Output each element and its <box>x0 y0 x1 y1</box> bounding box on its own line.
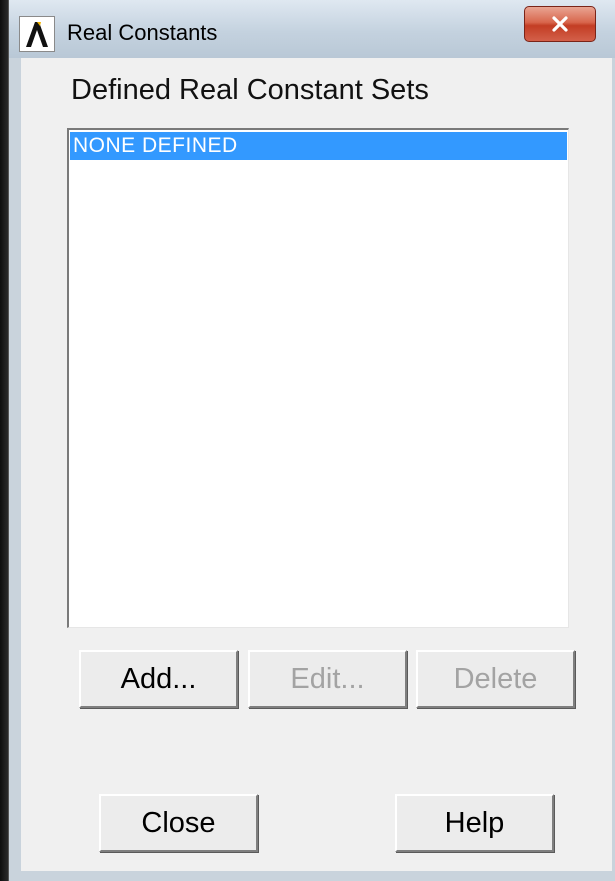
add-button[interactable]: Add... <box>79 650 238 708</box>
real-constant-sets-list[interactable]: NONE DEFINED <box>67 128 569 628</box>
help-button[interactable]: Help <box>395 794 554 852</box>
window-title: Real Constants <box>67 20 218 45</box>
close-icon <box>552 16 568 32</box>
delete-button[interactable]: Delete <box>416 650 575 708</box>
dialog-body: Defined Real Constant Sets NONE DEFINED … <box>21 58 612 871</box>
background-desktop <box>0 0 8 881</box>
list-heading: Defined Real Constant Sets <box>71 74 429 106</box>
edit-button[interactable]: Edit... <box>248 650 407 708</box>
window-close-button[interactable] <box>524 6 596 42</box>
ansys-logo-icon <box>19 16 55 52</box>
window-bottom-border <box>9 871 615 881</box>
title-bar[interactable]: Real Constants <box>9 0 615 58</box>
close-button[interactable]: Close <box>99 794 258 852</box>
real-constants-window: Real Constants Defined Real Constant Set… <box>8 0 615 881</box>
list-item-selected[interactable]: NONE DEFINED <box>70 132 567 160</box>
